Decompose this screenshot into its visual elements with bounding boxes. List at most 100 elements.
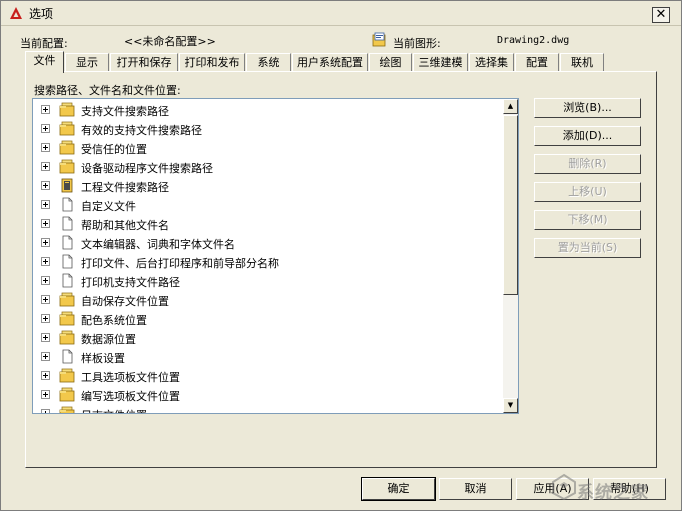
tree-item-label: 配色系统位置 [81,314,147,327]
scroll-thumb[interactable] [503,115,518,295]
tree-item-label: 有效的支持文件搜索路径 [81,124,202,137]
tree-list: 支持文件搜索路径有效的支持文件搜索路径 受信任的位置设备驱动程序文件搜索路径 工程文… [33,101,503,413]
tab-display[interactable]: 显示 [65,53,109,72]
tree-item[interactable]: 自定义文件 [33,196,503,215]
tab-3d-modeling[interactable]: 三维建模 [413,53,468,72]
tree-item-label: 自定义文件 [81,200,136,213]
folder-stack-icon [59,330,75,345]
tree-item[interactable]: 文本编辑器、词典和字体文件名 [33,234,503,253]
tree-item[interactable]: 工具选项板文件位置 [33,367,503,386]
add-button[interactable]: 添加(D)... [534,126,641,146]
set-current-button[interactable]: 置为当前(S) [534,238,641,258]
expand-plus-icon[interactable] [41,314,50,323]
tree-item-label: 帮助和其他文件名 [81,219,169,232]
expand-plus-icon[interactable] [41,257,50,266]
expand-plus-icon[interactable] [41,409,50,413]
tree-scrollbar[interactable]: ▲ ▼ [503,99,518,413]
expand-plus-icon[interactable] [41,200,50,209]
close-button[interactable]: ✕ [652,7,670,23]
tree-item[interactable]: 日志文件位置 [33,405,503,413]
tree-item[interactable]: 打印机支持文件路径 [33,272,503,291]
title-bar[interactable]: 选项 ✕ [1,1,681,26]
tree-item-label: 工具选项板文件位置 [81,371,180,384]
tree-item[interactable]: 数据源位置 [33,329,503,348]
tab-online[interactable]: 联机 [560,53,604,72]
move-up-button[interactable]: 上移(U) [534,182,641,202]
tab-profiles[interactable]: 配置 [515,53,559,72]
watermark-logo-icon [552,473,576,501]
tree-item[interactable]: 帮助和其他文件名 [33,215,503,234]
tab-plot-publish[interactable]: 打印和发布 [179,53,245,72]
tree-item[interactable]: 自动保存文件位置 [33,291,503,310]
tab-drafting[interactable]: 绘图 [369,53,412,72]
tab-system[interactable]: 系统 [246,53,291,72]
folder-stack-icon [59,387,75,402]
file-location-tree[interactable]: 支持文件搜索路径有效的支持文件搜索路径 受信任的位置设备驱动程序文件搜索路径 工程文… [32,98,519,414]
remove-button[interactable]: 删除(R) [534,154,641,174]
document-icon [59,197,75,212]
tree-item[interactable]: 配色系统位置 [33,310,503,329]
tree-item[interactable]: 支持文件搜索路径 [33,101,503,120]
tree-item[interactable]: 设备驱动程序文件搜索路径 [33,158,503,177]
tab-selection[interactable]: 选择集 [469,53,514,72]
folder-stack-icon [59,140,75,155]
autocad-logo-icon [10,7,22,19]
document-icon [59,349,75,364]
expand-plus-icon[interactable] [41,162,50,171]
tree-item-label: 打印机支持文件路径 [81,276,180,289]
expand-plus-icon[interactable] [41,143,50,152]
current-profile-value: <<未命名配置>> [124,35,216,48]
document-icon [59,216,75,231]
tree-item-label: 文本编辑器、词典和字体文件名 [81,238,235,251]
tab-open-save[interactable]: 打开和保存 [110,53,178,72]
window-title: 选项 [29,7,54,21]
tree-item[interactable]: 受信任的位置 [33,139,503,158]
expand-plus-icon[interactable] [41,105,50,114]
scroll-down-button[interactable]: ▼ [503,398,518,413]
tree-item[interactable]: 有效的支持文件搜索路径 [33,120,503,139]
search-paths-heading: 搜索路径、文件名和文件位置: [34,84,181,97]
folder-stack-icon [59,311,75,326]
cancel-button[interactable]: 取消 [439,478,512,500]
ok-button[interactable]: 确定 [361,477,436,501]
watermark-text: 系统之家 [577,483,649,503]
current-profile-label: 当前配置: [20,37,68,50]
site-watermark: 系统之家 [549,467,679,509]
tab-user-preferences[interactable]: 用户系统配置 [292,53,368,72]
tree-item-label: 样板设置 [81,352,125,365]
tree-item[interactable]: 工程文件搜索路径 [33,177,503,196]
expand-plus-icon[interactable] [41,238,50,247]
tree-item-label: 数据源位置 [81,333,136,346]
current-drawing-value: Drawing2.dwg [497,35,570,46]
tree-item[interactable]: 打印文件、后台打印程序和前导部分名称 [33,253,503,272]
expand-plus-icon[interactable] [41,276,50,285]
project-book-icon [59,178,75,193]
move-down-button[interactable]: 下移(M) [534,210,641,230]
expand-plus-icon[interactable] [41,219,50,228]
expand-plus-icon[interactable] [41,371,50,380]
drawing-file-icon [372,32,386,47]
expand-plus-icon[interactable] [41,124,50,133]
tree-item-label: 设备驱动程序文件搜索路径 [81,162,213,175]
scroll-up-button[interactable]: ▲ [503,99,518,114]
expand-plus-icon[interactable] [41,390,50,399]
expand-plus-icon[interactable] [41,333,50,342]
browse-button[interactable]: 浏览(B)... [534,98,641,118]
folder-stack-icon [59,368,75,383]
tree-item-label: 自动保存文件位置 [81,295,169,308]
tree-item-label: 工程文件搜索路径 [81,181,169,194]
tree-item[interactable]: 编写选项板文件位置 [33,386,503,405]
expand-plus-icon[interactable] [41,352,50,361]
tab-files[interactable]: 文件 [25,51,64,73]
folder-stack-icon [59,102,75,117]
expand-plus-icon[interactable] [41,181,50,190]
folder-stack-icon [59,406,75,413]
document-icon [59,273,75,288]
current-drawing-label: 当前图形: [393,37,441,50]
folder-stack-icon [59,292,75,307]
tree-item[interactable]: 样板设置 [33,348,503,367]
expand-plus-icon[interactable] [41,295,50,304]
document-icon [59,254,75,269]
tree-item-label: 日志文件位置 [81,407,147,413]
tree-item-label: 受信任的位置 [81,143,147,156]
